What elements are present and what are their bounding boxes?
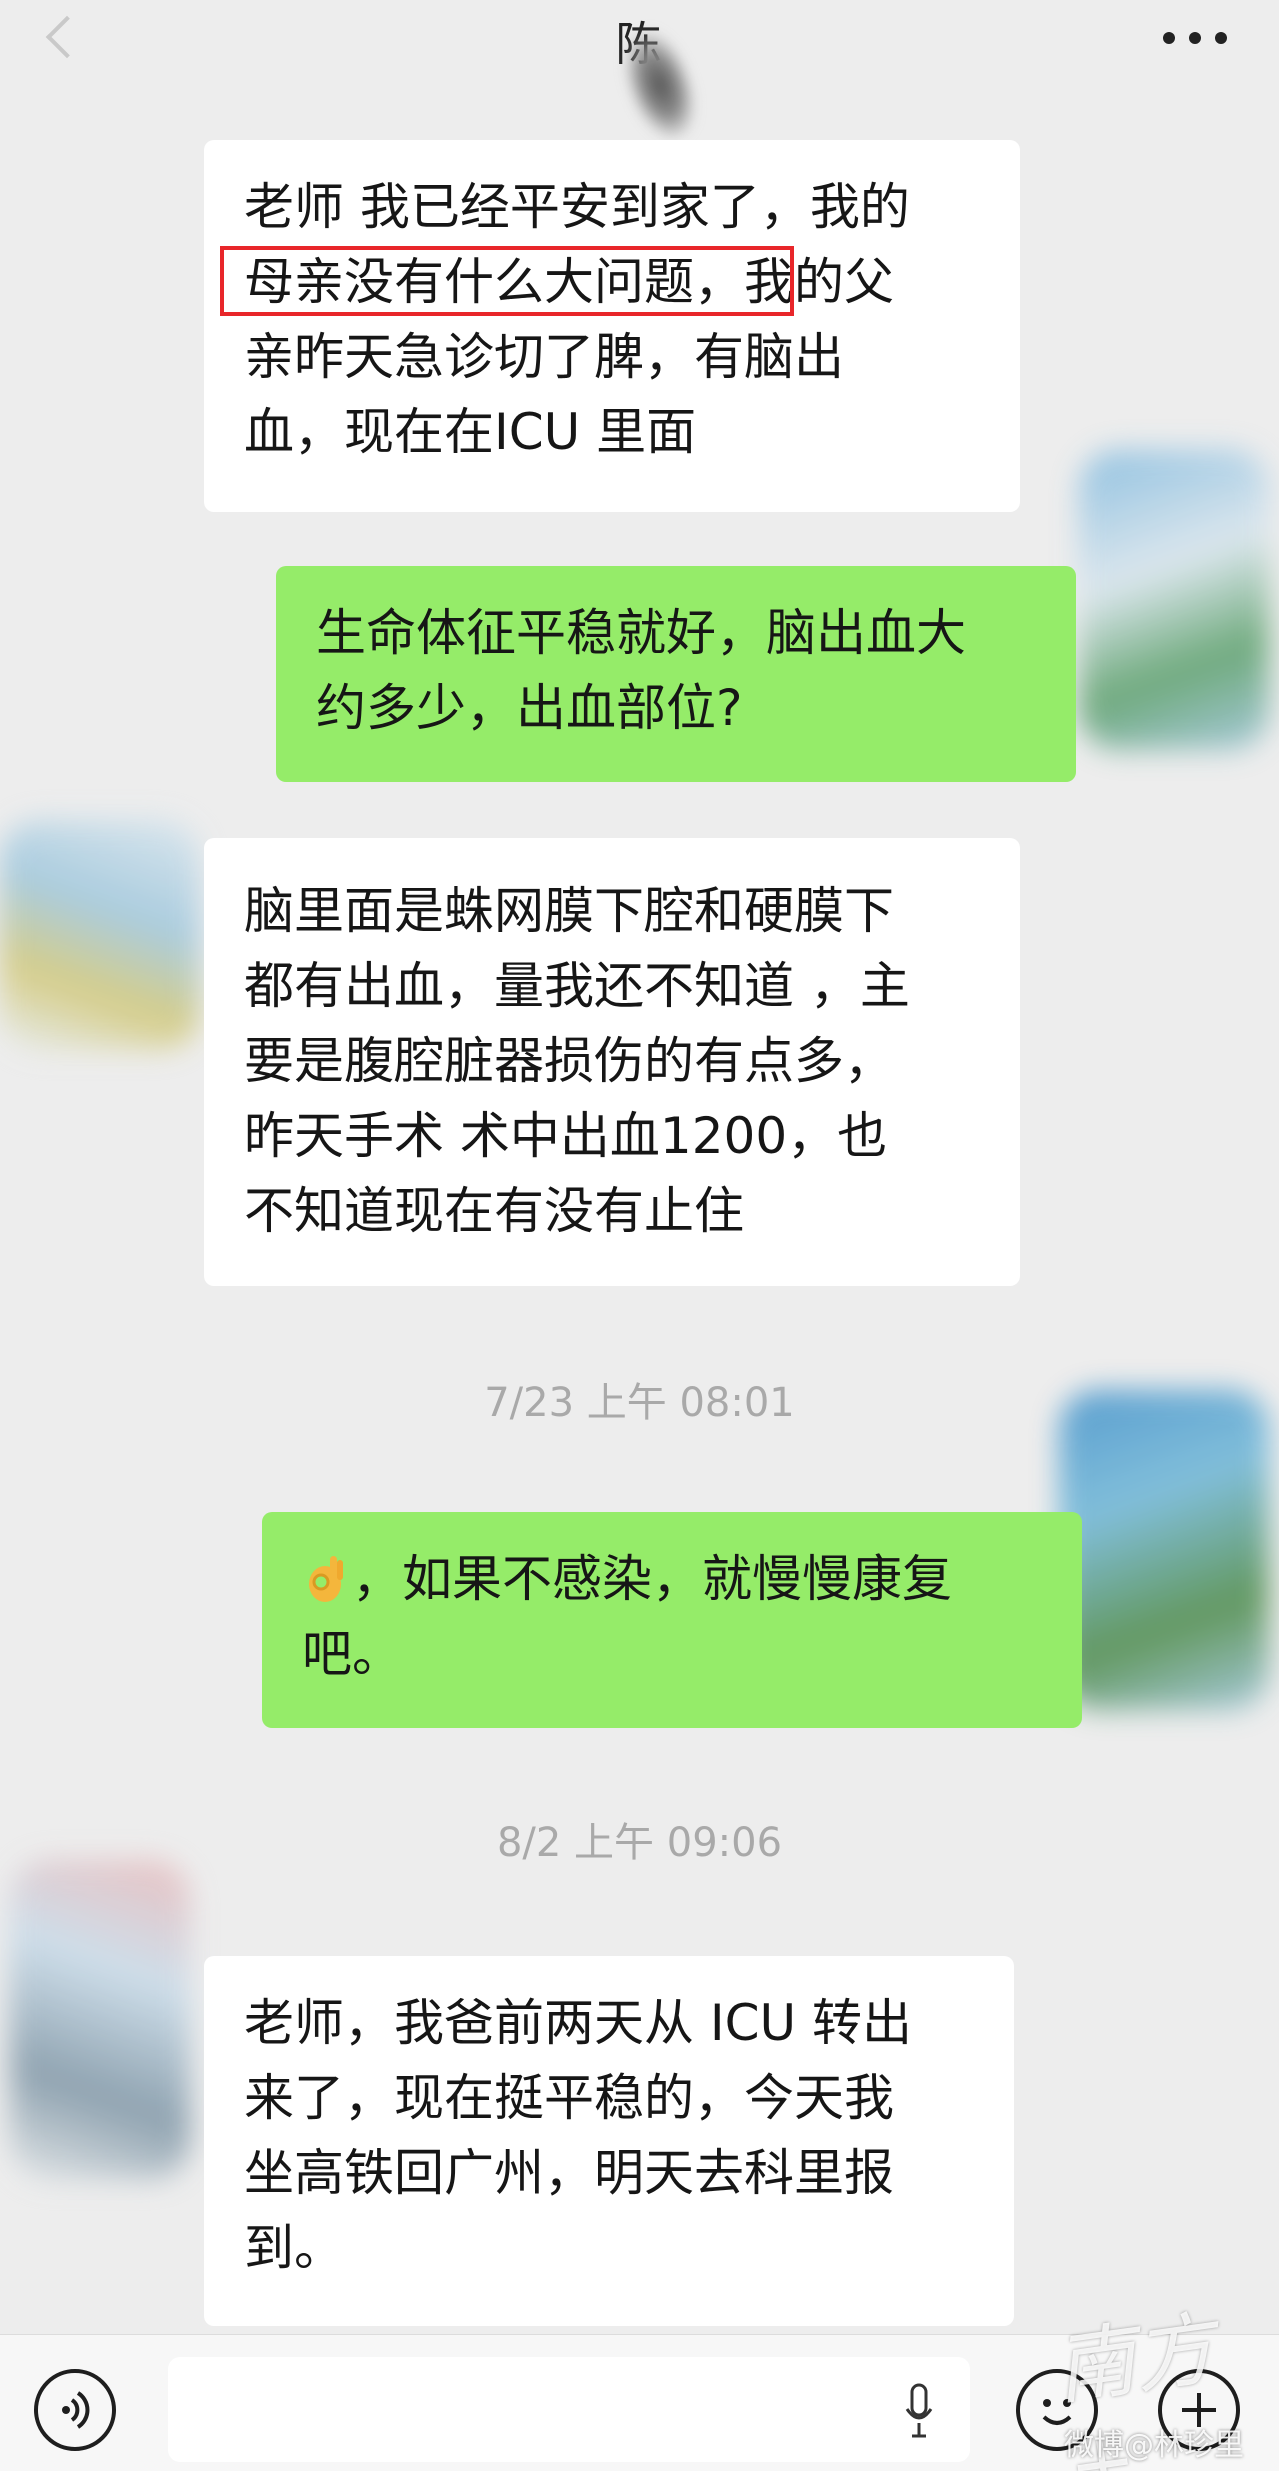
dot-icon — [1189, 32, 1201, 44]
message-timestamp: 8/2 上午 09:06 — [496, 1820, 783, 1866]
message-bubble-outgoing[interactable]: 生命体征平稳就好，脑出血大 约多少，出血部位? — [276, 566, 1076, 782]
mic-icon[interactable] — [904, 2383, 934, 2439]
message-bubble-incoming[interactable]: 老师 我已经平安到家了，我的 母亲没有什么大问题，我的父 亲昨天急诊切了脾，有脑… — [204, 140, 1020, 512]
message-bubble-outgoing[interactable]: ，如果不感染，就慢慢康复 吧。 — [262, 1512, 1082, 1728]
message-input[interactable] — [168, 2357, 970, 2462]
blurred-avatar-self[interactable] — [1059, 1390, 1269, 1710]
ok-hand-emoji-icon — [309, 1556, 343, 1602]
message-text: ，如果不感染，就慢慢康复 吧。 — [302, 1550, 952, 1683]
watermark-handle: 微博@林珍里 — [1064, 2428, 1244, 2463]
message-bubble-incoming[interactable]: 老师，我爸前两天从 ICU 转出 来了，现在挺平稳的，今天我 坐高铁回广州，明天… — [204, 1956, 1014, 2326]
voice-input-button[interactable] — [34, 2369, 116, 2451]
dot-icon — [1215, 32, 1227, 44]
blurred-avatar-self[interactable] — [1079, 450, 1269, 750]
dot-icon — [1163, 32, 1175, 44]
message-timestamp: 7/23 上午 08:01 — [484, 1380, 795, 1426]
blurred-avatar-contact[interactable] — [0, 820, 200, 1050]
message-bubble-incoming[interactable]: 脑里面是蛛网膜下腔和硬膜下 都有出血，量我还不知道 ，主 要是腹腔脏器损伤的有点… — [204, 838, 1020, 1286]
more-options-icon[interactable] — [1163, 32, 1227, 44]
blurred-avatar-contact[interactable] — [10, 1860, 190, 2180]
voice-icon — [62, 2391, 90, 2429]
highlight-annotation-box — [220, 246, 794, 316]
chat-screen: 陈 老师 我已经平安到家了，我的 母亲没有什么大问题，我的父 亲昨天急诊切了脾，… — [0, 0, 1279, 2471]
